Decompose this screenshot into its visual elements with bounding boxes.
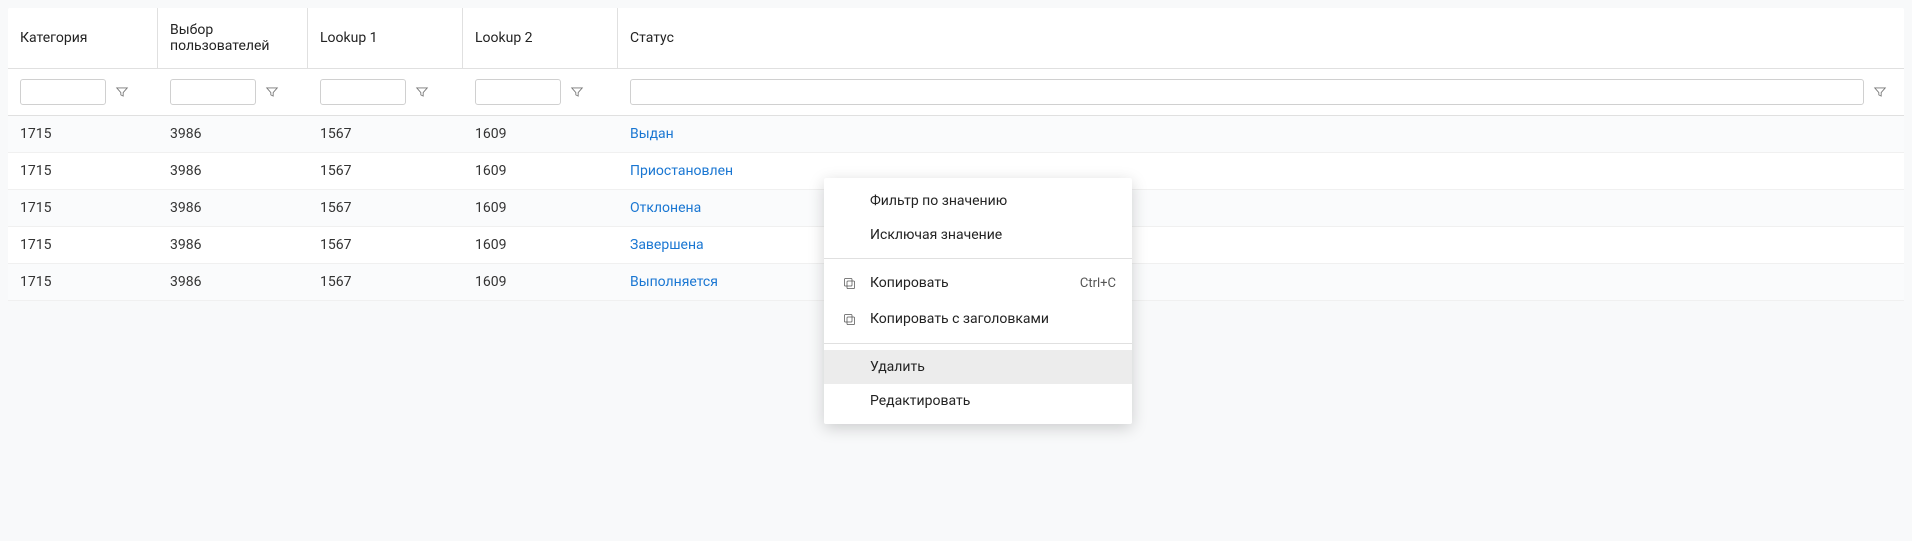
status-link[interactable]: Выдан (630, 126, 674, 142)
header-row: Категория Выбор пользователей Lookup 1 L… (8, 8, 1904, 69)
filter-input-lookup2[interactable] (475, 79, 561, 105)
menu-item-filter-exclude[interactable]: Исключая значение (824, 218, 1132, 252)
cell-lookup1: 1567 (308, 190, 463, 226)
filter-input-lookup1[interactable] (320, 79, 406, 105)
cell-lookup2: 1609 (463, 227, 618, 263)
column-header-users[interactable]: Выбор пользователей (158, 8, 308, 68)
column-header-lookup1[interactable]: Lookup 1 (308, 8, 463, 68)
copy-icon (840, 310, 858, 328)
status-link[interactable]: Приостановлен (630, 163, 733, 179)
menu-separator (824, 343, 1132, 344)
cell-category: 1715 (8, 153, 158, 189)
column-header-label: Категория (20, 30, 87, 46)
menu-item-label: Удалить (870, 359, 1116, 375)
cell-status: Приостановлен (618, 153, 1904, 189)
funnel-icon[interactable] (114, 84, 130, 100)
menu-item-label: Редактировать (870, 393, 1116, 409)
menu-item-copy[interactable]: Копировать Ctrl+C (824, 265, 1132, 301)
filter-input-category[interactable] (20, 79, 106, 105)
cell-category: 1715 (8, 116, 158, 152)
menu-item-filter-by-value[interactable]: Фильтр по значению (824, 184, 1132, 218)
filter-row (8, 69, 1904, 116)
cell-users: 3986 (158, 264, 308, 300)
column-header-label: Статус (630, 30, 674, 46)
cell-lookup1: 1567 (308, 227, 463, 263)
menu-separator (824, 258, 1132, 259)
menu-item-shortcut: Ctrl+C (1080, 276, 1116, 291)
context-menu: Фильтр по значению Исключая значение Коп… (824, 178, 1132, 424)
status-link[interactable]: Выполняется (630, 274, 718, 290)
funnel-icon[interactable] (414, 84, 430, 100)
status-link[interactable]: Отклонена (630, 200, 701, 216)
column-header-label: Lookup 1 (320, 30, 378, 46)
menu-item-label: Исключая значение (870, 227, 1116, 243)
cell-users: 3986 (158, 190, 308, 226)
funnel-icon[interactable] (264, 84, 280, 100)
cell-lookup1: 1567 (308, 264, 463, 300)
cell-status: Завершена (618, 227, 1904, 263)
menu-item-delete[interactable]: Удалить (824, 350, 1132, 384)
filter-cell-users (158, 69, 308, 115)
cell-lookup1: 1567 (308, 153, 463, 189)
filter-input-users[interactable] (170, 79, 256, 105)
cell-users: 3986 (158, 153, 308, 189)
cell-users: 3986 (158, 116, 308, 152)
cell-lookup2: 1609 (463, 264, 618, 300)
copy-icon (840, 274, 858, 292)
filter-cell-status (618, 69, 1904, 115)
menu-item-label: Копировать с заголовками (870, 311, 1116, 327)
column-header-label: Выбор пользователей (170, 22, 295, 54)
filter-cell-category (8, 69, 158, 115)
cell-lookup2: 1609 (463, 190, 618, 226)
filter-cell-lookup1 (308, 69, 463, 115)
status-link[interactable]: Завершена (630, 237, 704, 253)
cell-lookup2: 1609 (463, 153, 618, 189)
cell-status: Выдан (618, 116, 1904, 152)
cell-lookup2: 1609 (463, 116, 618, 152)
funnel-icon[interactable] (569, 84, 585, 100)
cell-category: 1715 (8, 190, 158, 226)
menu-item-label: Копировать (870, 275, 1068, 291)
table-row[interactable]: 1715398615671609 Выдан (8, 116, 1904, 153)
cell-status: Выполняется (618, 264, 1904, 300)
cell-status: Отклонена (618, 190, 1904, 226)
cell-category: 1715 (8, 227, 158, 263)
menu-item-label: Фильтр по значению (870, 193, 1116, 209)
cell-lookup1: 1567 (308, 116, 463, 152)
column-header-status[interactable]: Статус (618, 8, 1904, 68)
column-header-lookup2[interactable]: Lookup 2 (463, 8, 618, 68)
cell-users: 3986 (158, 227, 308, 263)
filter-input-status[interactable] (630, 79, 1864, 105)
funnel-icon[interactable] (1872, 84, 1888, 100)
menu-item-edit[interactable]: Редактировать (824, 384, 1132, 418)
cell-category: 1715 (8, 264, 158, 300)
filter-cell-lookup2 (463, 69, 618, 115)
column-header-label: Lookup 2 (475, 30, 533, 46)
column-header-category[interactable]: Категория (8, 8, 158, 68)
menu-item-copy-with-headers[interactable]: Копировать с заголовками (824, 301, 1132, 337)
